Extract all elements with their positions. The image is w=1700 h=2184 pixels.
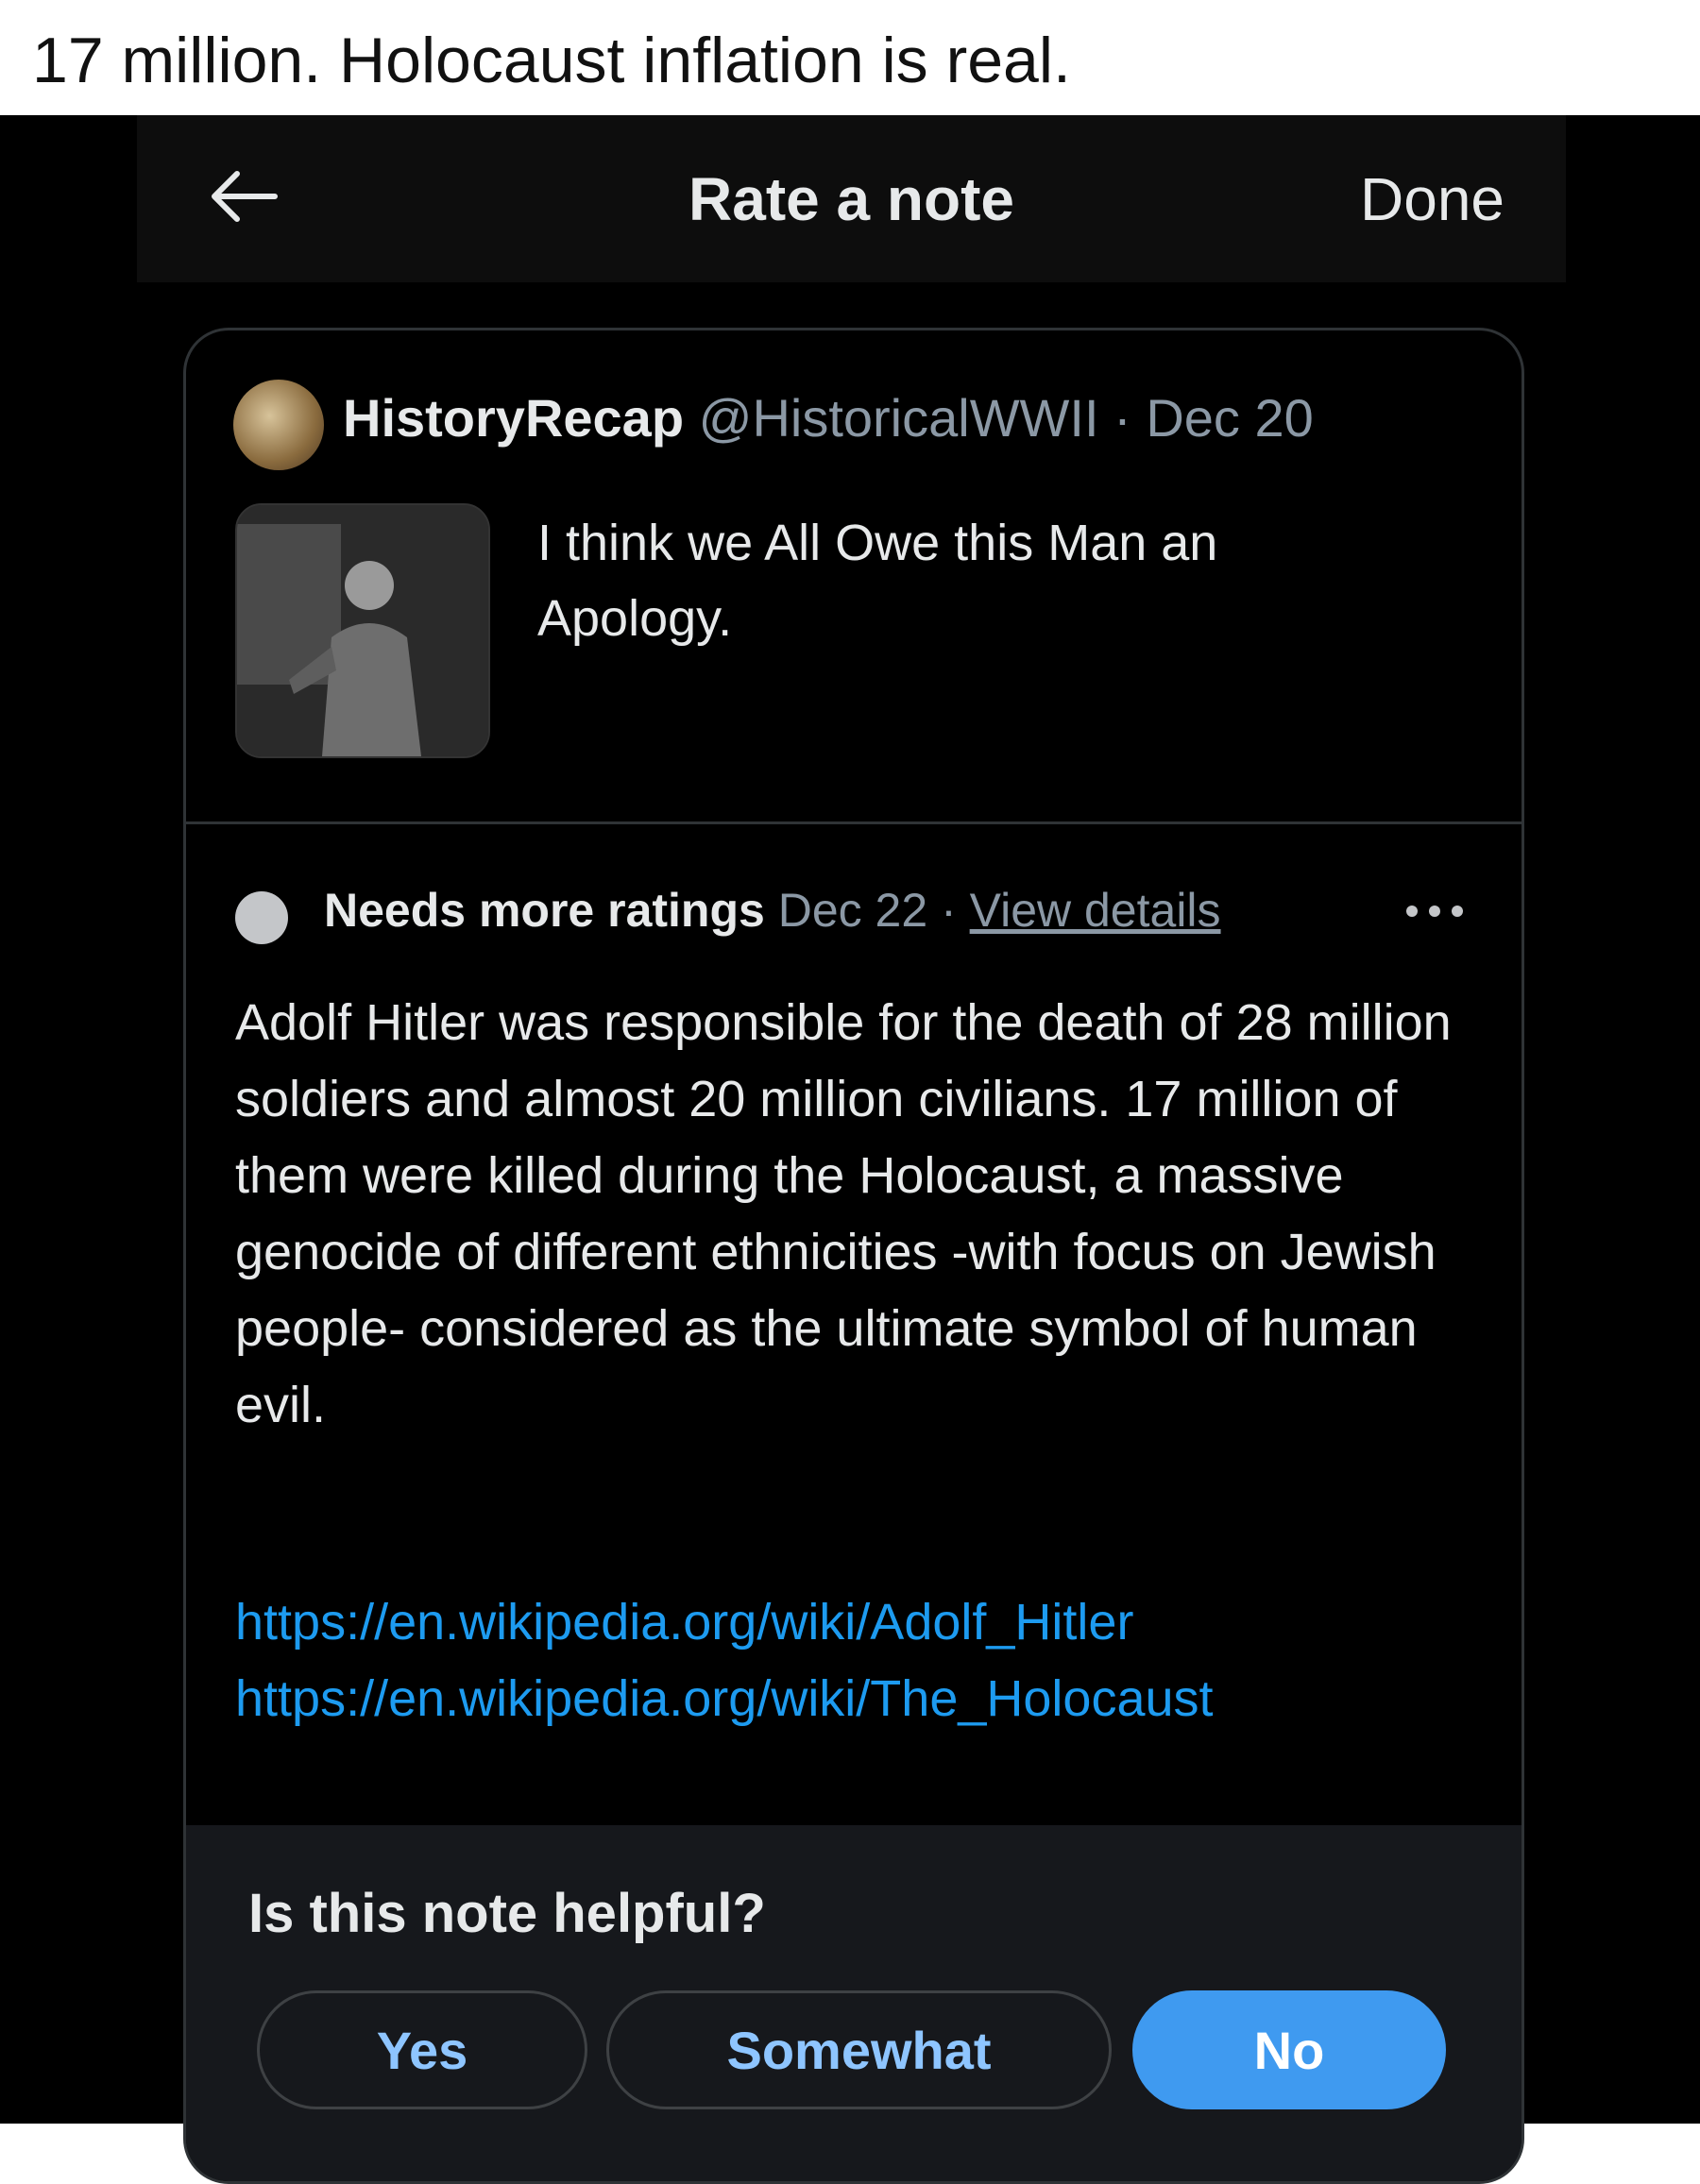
note-text: Adolf Hitler was responsible for the dea…	[235, 994, 1452, 1433]
source-link[interactable]: https://en.wikipedia.org/wiki/Adolf_Hitl…	[235, 1584, 1214, 1661]
done-button[interactable]: Done	[1360, 164, 1504, 234]
more-horizontal-icon[interactable]	[1404, 902, 1465, 921]
rating-question: Is this note helpful?	[248, 1883, 766, 1944]
tweet-image[interactable]	[235, 503, 490, 758]
top-bar: Rate a note Done	[137, 115, 1566, 282]
avatar[interactable]	[233, 380, 324, 470]
somewhat-button[interactable]: Somewhat	[606, 1990, 1112, 2109]
tweet-header: HistoryRecap @HistoricalWWII · Dec 20	[343, 387, 1314, 449]
status-dot	[235, 891, 288, 944]
app-screenshot: Rate a note Done HistoryRecap @Historica…	[0, 115, 1700, 2184]
yes-button[interactable]: Yes	[257, 1990, 587, 2109]
note-status: Needs more ratings	[324, 884, 765, 937]
separator: ·	[1114, 388, 1131, 448]
separator: ·	[941, 884, 957, 937]
post-caption: 17 million. Holocaust inflation is real.	[32, 25, 1071, 96]
note-date: Dec 22	[777, 884, 928, 937]
note-header: Needs more ratings Dec 22 · View details	[324, 883, 1221, 938]
tweet[interactable]: HistoryRecap @HistoricalWWII · Dec 20 I …	[186, 330, 1522, 824]
page-title: Rate a note	[688, 165, 1014, 233]
community-note: Needs more ratings Dec 22 · View details…	[186, 824, 1522, 1825]
source-link[interactable]: https://en.wikipedia.org/wiki/The_Holoca…	[235, 1661, 1214, 1737]
photo-figure	[237, 505, 488, 756]
tweet-date[interactable]: Dec 20	[1146, 388, 1313, 448]
note-links: https://en.wikipedia.org/wiki/Adolf_Hitl…	[235, 1584, 1214, 1737]
no-button[interactable]: No	[1132, 1990, 1446, 2109]
view-details-link[interactable]: View details	[970, 884, 1221, 937]
note-card: HistoryRecap @HistoricalWWII · Dec 20 I …	[183, 328, 1524, 2184]
author-name[interactable]: HistoryRecap	[343, 388, 684, 448]
author-handle[interactable]: @HistoricalWWII	[699, 388, 1099, 448]
tweet-text: I think we All Owe this Man an Apology.	[537, 515, 1218, 647]
rating-panel: Is this note helpful? Yes Somewhat No	[186, 1825, 1522, 2181]
